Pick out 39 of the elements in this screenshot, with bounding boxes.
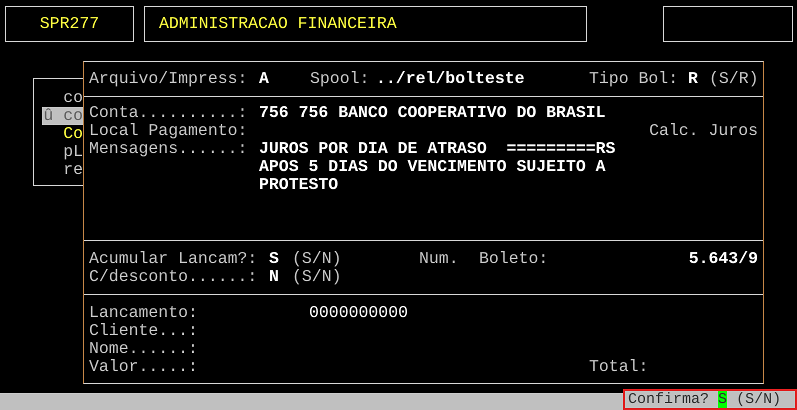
menu-item[interactable]: re	[62, 161, 83, 179]
field-value: 5.643/9	[688, 250, 758, 268]
field-label: Nome......:	[89, 340, 198, 358]
prompt-hint: (S/N)	[736, 391, 782, 408]
prompt-input[interactable]: S	[718, 391, 728, 408]
field-label: Mensagens......:	[89, 140, 248, 160]
field-value: ../rel/bolteste	[376, 70, 526, 88]
message-line: JUROS POR DIA DE ATRASO =========RS	[259, 140, 616, 158]
field-label: Tipo Bol:	[589, 70, 680, 88]
program-code-box: SPR277	[5, 6, 134, 42]
message-line: APOS 5 DIAS DO VENCIMENTO SUJEITO A	[259, 158, 607, 176]
field-label: Arquivo/Impress:	[89, 70, 248, 88]
field-label: Spool:	[310, 70, 370, 88]
field-value: S	[269, 250, 280, 268]
field-label: Acumular Lancam?:	[89, 250, 258, 268]
field-value: N	[269, 268, 280, 286]
prompt-label: Confirma?	[628, 391, 710, 408]
menu-item[interactable]: pL	[62, 143, 83, 161]
field-label: Boleto:	[479, 250, 548, 268]
field-hint: (S/N)	[292, 250, 343, 268]
field-label: Conta..........:	[89, 104, 248, 122]
field-hint: (S/R)	[709, 70, 759, 88]
menu-item[interactable]: co	[62, 89, 83, 107]
module-title-box: ADMINISTRACAO FINANCEIRA	[144, 6, 587, 42]
field-label: Lancamento:	[89, 304, 199, 322]
field-label: C/desconto......:	[89, 268, 258, 286]
field-hint: (S/N)	[292, 268, 342, 286]
field-label: Calc. Juros	[649, 122, 758, 140]
field-label: Total:	[589, 358, 648, 376]
field-label: Local Pagamento:	[89, 122, 248, 140]
field-value: 756 756 BANCO COOPERATIVO DO BRASIL	[259, 104, 606, 122]
menu-item[interactable]: Co	[62, 125, 83, 143]
field-label: Num.	[419, 250, 460, 268]
field-value: R	[688, 70, 699, 88]
field-value: 0000000000	[309, 304, 408, 322]
message-line: PROTESTO	[259, 176, 340, 194]
field-label: Cliente...:	[89, 322, 198, 340]
field-value: A	[259, 70, 270, 88]
field-label: Valor.....:	[89, 358, 199, 376]
